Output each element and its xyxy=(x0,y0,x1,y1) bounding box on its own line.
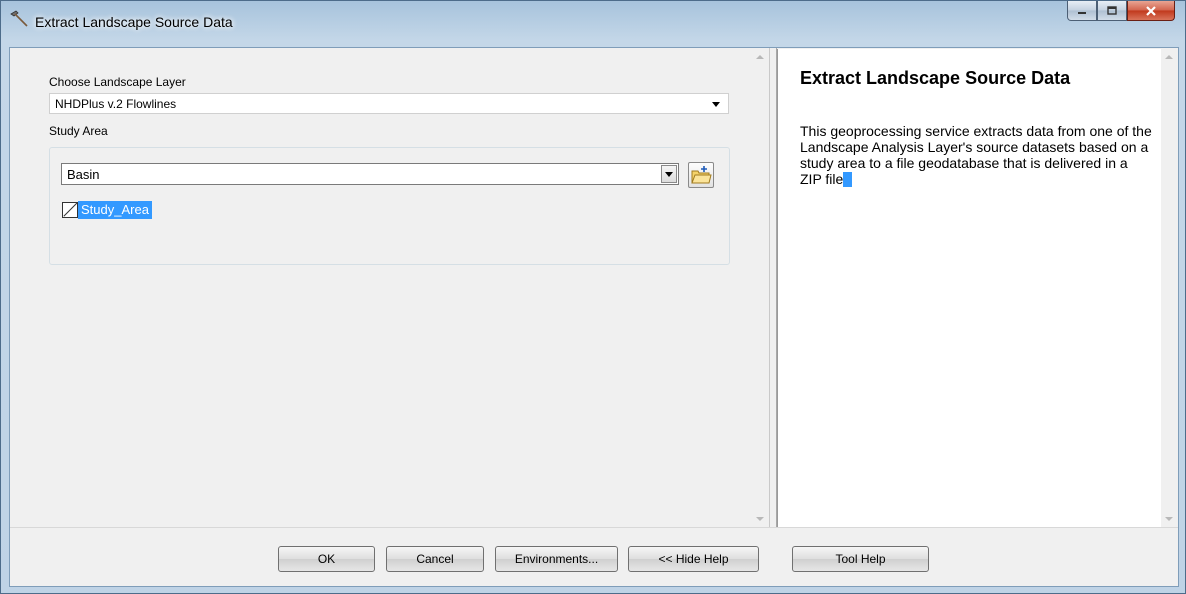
help-body: This geoprocessing service extracts data… xyxy=(800,123,1152,187)
dialog-client-area: Choose Landscape Layer NHDPlus v.2 Flowl… xyxy=(9,47,1179,587)
close-button[interactable] xyxy=(1127,1,1175,21)
add-data-button[interactable] xyxy=(688,162,714,188)
study-area-layer-item[interactable]: Study_Area xyxy=(62,200,152,220)
tool-help-button[interactable]: Tool Help xyxy=(792,546,929,572)
help-scrollbar[interactable] xyxy=(1161,49,1178,527)
study-area-layer-name: Study_Area xyxy=(78,201,152,219)
hide-help-button[interactable]: << Hide Help xyxy=(628,546,759,572)
scroll-down-icon[interactable] xyxy=(1165,517,1173,521)
parameters-pane: Choose Landscape Layer NHDPlus v.2 Flowl… xyxy=(11,49,769,527)
add-data-folder-icon xyxy=(691,166,712,184)
button-bar: OK Cancel Environments... << Hide Help T… xyxy=(10,527,1178,586)
study-area-combo-value: Basin xyxy=(67,167,100,182)
environments-button[interactable]: Environments... xyxy=(495,546,618,572)
hammer-icon xyxy=(10,10,28,27)
cancel-button[interactable]: Cancel xyxy=(386,546,484,572)
tool-dialog-window: Extract Landscape Source Data Choose Lan… xyxy=(0,0,1186,594)
polygon-layer-icon xyxy=(62,202,78,218)
window-title: Extract Landscape Source Data xyxy=(35,14,233,30)
minimize-icon xyxy=(1078,11,1086,14)
landscape-layer-dropdown[interactable]: NHDPlus v.2 Flowlines xyxy=(49,93,729,114)
study-area-combo[interactable]: Basin xyxy=(61,163,679,185)
title-bar[interactable]: Extract Landscape Source Data xyxy=(1,1,1185,47)
scroll-up-icon[interactable] xyxy=(756,55,764,59)
maximize-button[interactable] xyxy=(1097,1,1127,21)
ok-button[interactable]: OK xyxy=(278,546,375,572)
caption-buttons xyxy=(1067,1,1175,23)
maximize-icon xyxy=(1107,5,1117,15)
parameters-scrollbar[interactable] xyxy=(752,49,769,527)
landscape-layer-label: Choose Landscape Layer xyxy=(49,75,186,89)
study-area-group: Basin Study_Area xyxy=(49,147,730,265)
help-body-text: This geoprocessing service extracts data… xyxy=(800,123,1152,187)
dropdown-arrow-icon xyxy=(712,102,720,107)
close-icon xyxy=(1146,5,1156,16)
text-cursor xyxy=(843,172,853,187)
help-title: Extract Landscape Source Data xyxy=(800,68,1071,88)
study-area-combo-dropdown-button[interactable] xyxy=(661,165,677,183)
scroll-up-icon[interactable] xyxy=(1165,55,1173,59)
help-pane: Extract Landscape Source Data This geopr… xyxy=(777,49,1178,527)
minimize-button[interactable] xyxy=(1067,1,1097,21)
study-area-label: Study Area xyxy=(49,124,108,138)
dropdown-arrow-icon xyxy=(665,172,673,177)
landscape-layer-value: NHDPlus v.2 Flowlines xyxy=(55,97,177,111)
pane-splitter[interactable] xyxy=(769,48,777,528)
scroll-down-icon[interactable] xyxy=(756,517,764,521)
